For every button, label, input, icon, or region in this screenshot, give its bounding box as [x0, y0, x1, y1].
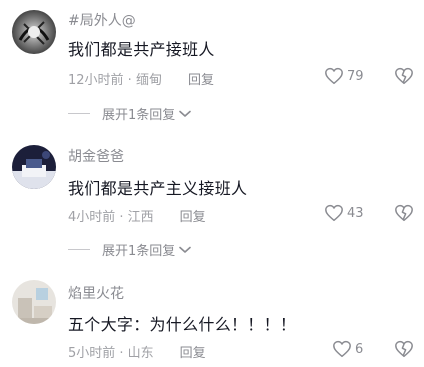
- comment-text: 我们都是共产主义接班人: [68, 179, 248, 198]
- broken-heart-icon: [395, 67, 413, 85]
- like-button[interactable]: 43: [324, 204, 364, 222]
- reply-button[interactable]: 回复: [180, 342, 206, 361]
- dislike-button[interactable]: [394, 67, 414, 89]
- expand-replies-button[interactable]: 展开1条回复: [68, 104, 192, 123]
- dislike-button[interactable]: [394, 204, 414, 226]
- broken-heart-icon: [395, 204, 413, 222]
- heart-outline-icon: [333, 340, 351, 358]
- time-location: 12小时前 · 缅甸: [68, 73, 162, 88]
- dislike-button[interactable]: [394, 340, 414, 362]
- like-button[interactable]: 6: [332, 340, 363, 358]
- expand-replies-label: 展开1条回复: [102, 108, 176, 123]
- chevron-down-icon: [179, 246, 192, 253]
- comment-text: 我们都是共产接班人: [68, 40, 215, 59]
- divider-line: [68, 249, 90, 250]
- expand-replies-label: 展开1条回复: [102, 244, 176, 259]
- time-location: 4小时前 · 江西: [68, 210, 154, 225]
- comment-meta: 12小时前 · 缅甸 回复: [68, 69, 214, 88]
- divider-line: [68, 113, 90, 114]
- username[interactable]: 胡金爸爸: [68, 146, 124, 166]
- avatar[interactable]: [12, 10, 56, 54]
- heart-outline-icon: [325, 67, 343, 85]
- comment-meta: 4小时前 · 江西 回复: [68, 206, 206, 225]
- username[interactable]: 焰里火花: [68, 283, 124, 303]
- like-count: 43: [347, 205, 364, 221]
- reply-button[interactable]: 回复: [188, 69, 214, 88]
- avatar[interactable]: [12, 145, 56, 189]
- heart-outline-icon: [325, 204, 343, 222]
- broken-heart-icon: [395, 340, 413, 358]
- like-count: 6: [355, 341, 364, 357]
- chevron-down-icon: [179, 110, 192, 117]
- username[interactable]: #局外人@: [68, 10, 136, 30]
- avatar[interactable]: [12, 280, 56, 324]
- expand-replies-button[interactable]: 展开1条回复: [68, 240, 192, 259]
- like-count: 79: [347, 68, 364, 84]
- time-location: 5小时前 · 山东: [68, 346, 154, 361]
- like-button[interactable]: 79: [324, 67, 364, 85]
- comment-meta: 5小时前 · 山东 回复: [68, 342, 206, 361]
- reply-button[interactable]: 回复: [180, 206, 206, 225]
- comment-text: 五个大字：为什么什么！！！！: [68, 315, 297, 334]
